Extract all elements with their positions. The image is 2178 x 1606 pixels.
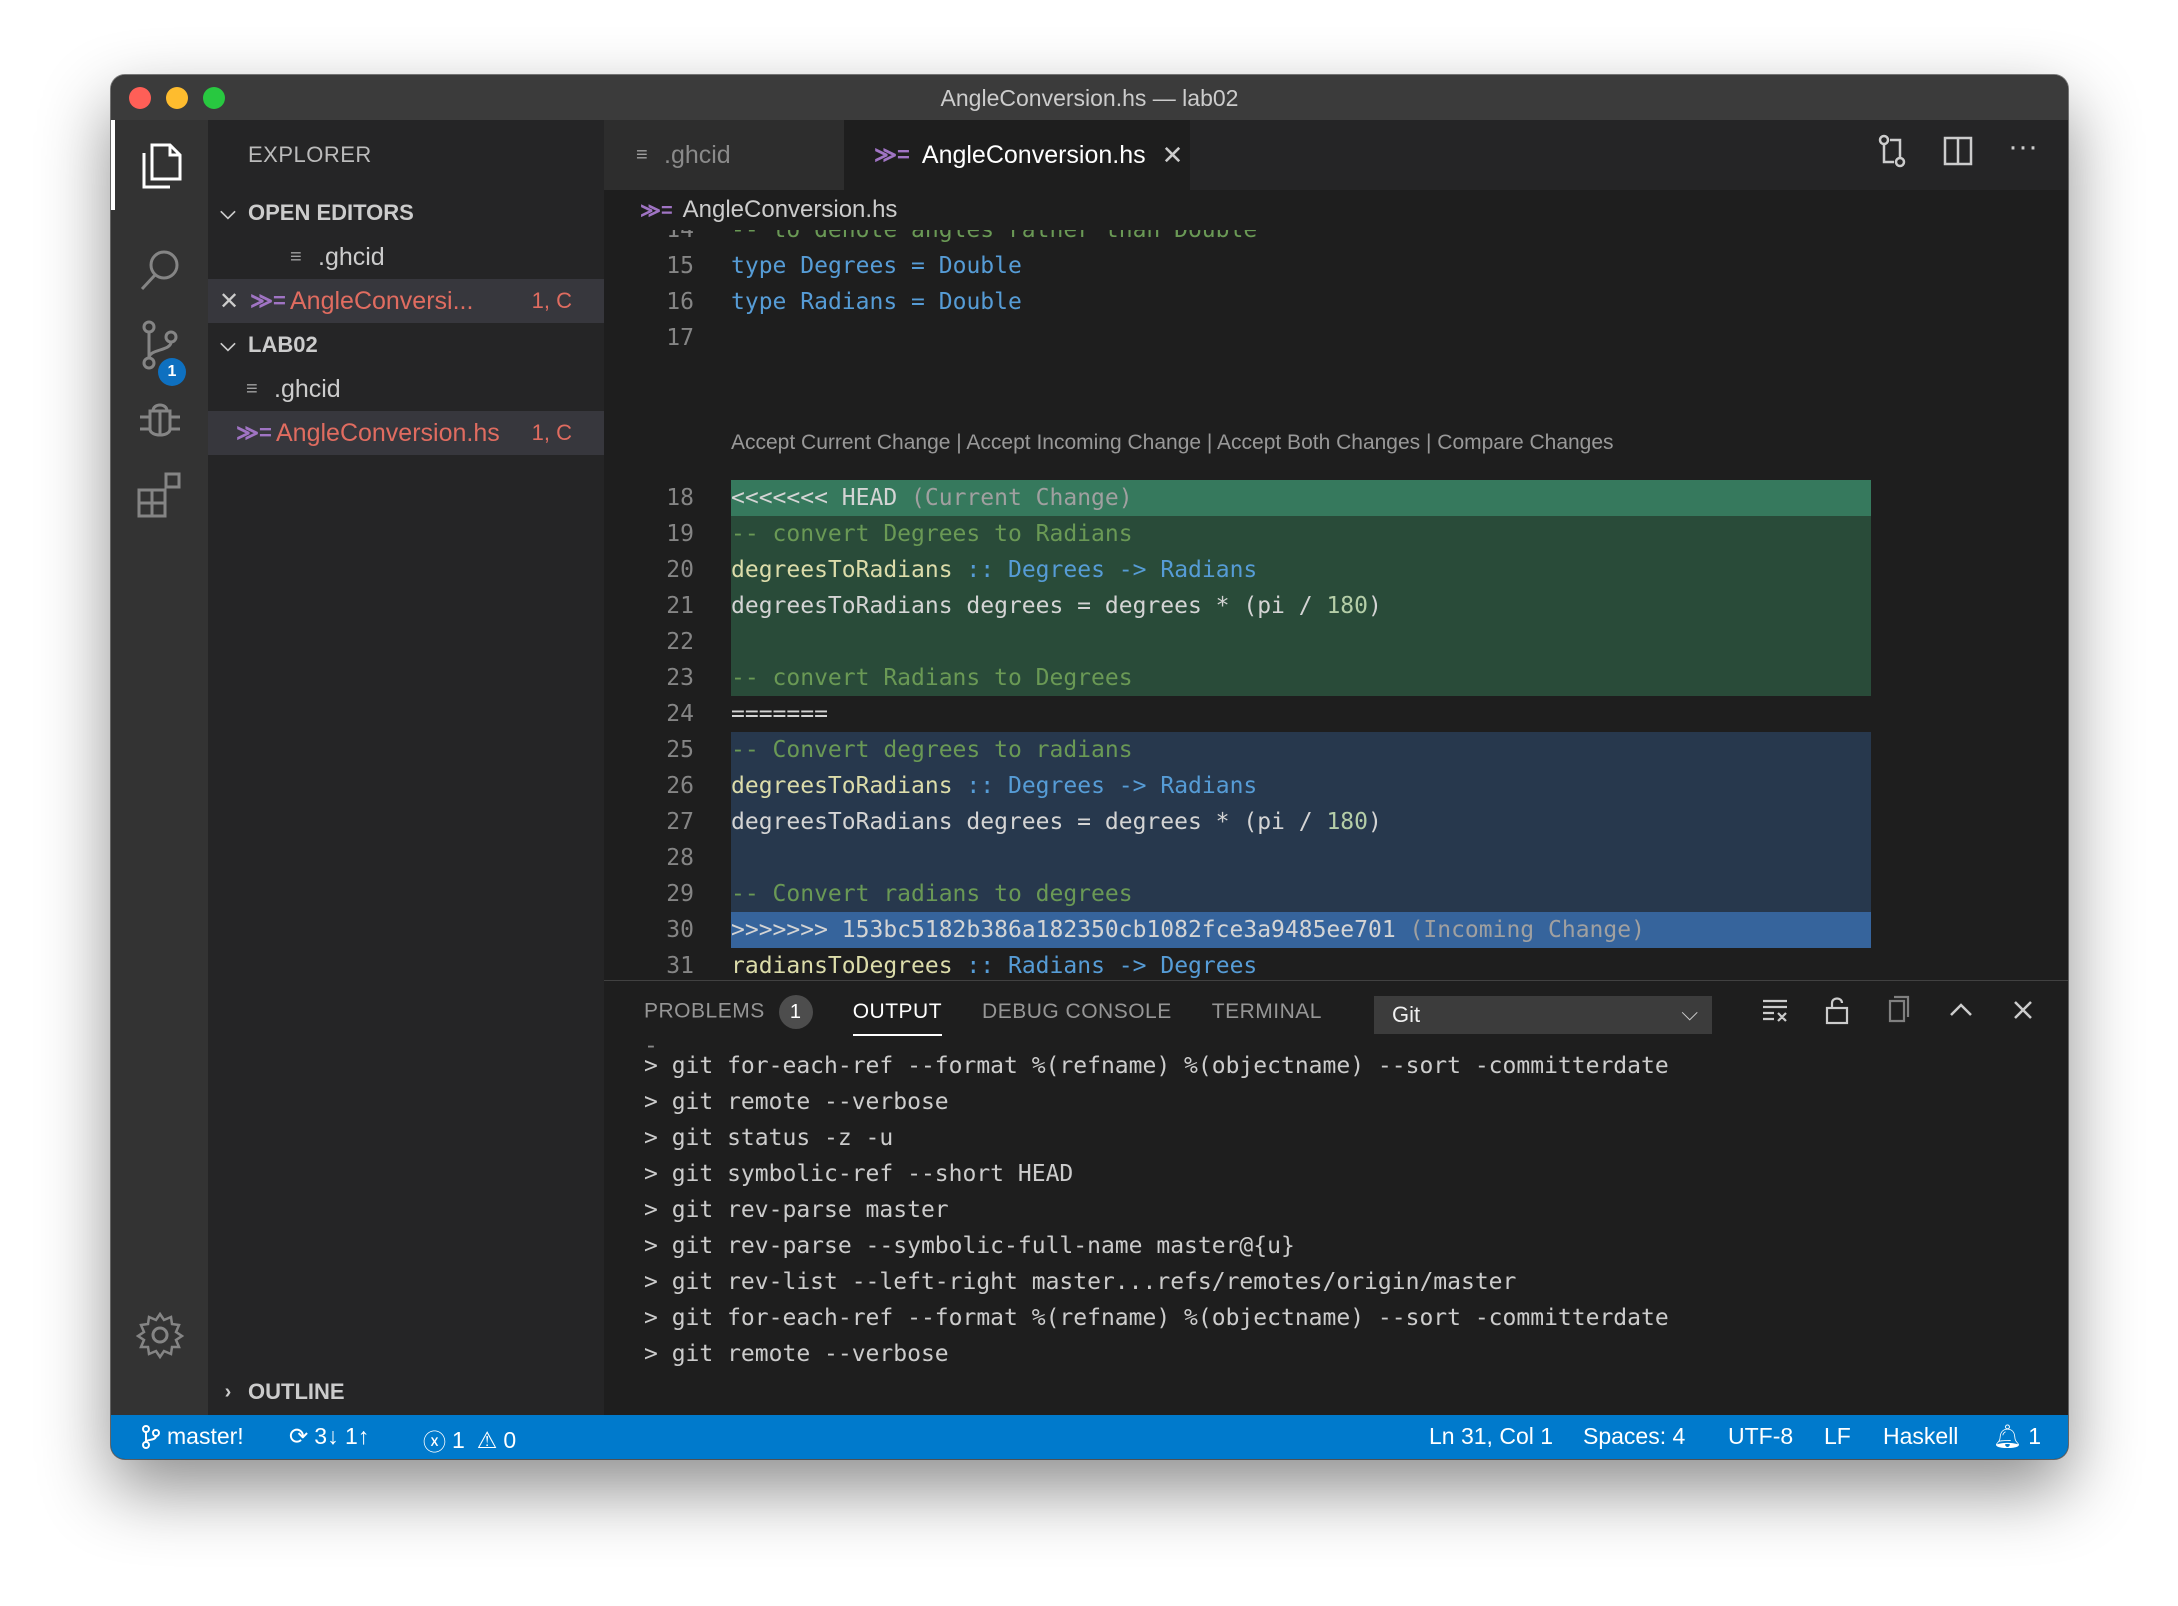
gear-icon (135, 1311, 184, 1360)
output-channel-select[interactable]: Git ⌵ (1374, 996, 1712, 1034)
status-bar: master! ⟳ 3↓ 1↑ ⓧ 1 ⚠ 0 Ln 31, Col 1 Spa… (111, 1415, 2068, 1459)
output-line: > git remote --verbose (644, 1089, 949, 1115)
extensions-icon (137, 472, 180, 518)
folder-label: LAB02 (248, 332, 318, 357)
tab-label: PROBLEMS (644, 999, 765, 1023)
explorer-sidebar: EXPLORER ⌵ OPEN EDITORS ≡ .ghcid ✕ ≫= An… (208, 120, 604, 1415)
file-name: AngleConversi... (290, 286, 474, 315)
bell-icon: 🔔︎ (1993, 1423, 2023, 1449)
clear-output-icon[interactable] (1760, 995, 1790, 1025)
file-lines-icon: ≡ (246, 377, 258, 400)
git-branch-icon (142, 1424, 160, 1449)
vscode-window: AngleConversion.hs — lab02 1 EXPLORER ⌵ … (111, 75, 2068, 1459)
open-log-icon[interactable] (1884, 995, 1914, 1025)
tab-output[interactable]: OUTPUT (852, 988, 943, 1036)
output-line: > git status -z -u (644, 1125, 894, 1151)
output-line: > git remote --verbose (644, 1341, 949, 1367)
notifications-status[interactable]: 🔔︎ 1 (1993, 1423, 2041, 1450)
tab-terminal[interactable]: TERMINAL (1212, 1000, 1322, 1024)
output-channel-value: Git (1392, 1002, 1421, 1027)
panel-actions (1760, 995, 2038, 1025)
language-status[interactable]: Haskell (1883, 1423, 1958, 1450)
file-lines-icon: ≡ (290, 245, 302, 268)
sync-status[interactable]: ⟳ 3↓ 1↑ (289, 1423, 369, 1450)
file-status-badge: 1, C (531, 420, 572, 445)
haskell-icon: ≫= (236, 420, 272, 445)
debug-icon (139, 403, 180, 437)
encoding-status[interactable]: UTF-8 (1728, 1423, 1793, 1450)
sync-counts: 3↓ 1↑ (314, 1423, 370, 1449)
problems-status[interactable]: ⓧ 1 ⚠ 0 (423, 1423, 516, 1457)
output-line: > git for-each-ref --format %(refname) %… (644, 1053, 1669, 1079)
tree-item-angleconversion[interactable]: ≫= AngleConversion.hs 1, C (208, 411, 604, 455)
eol-status[interactable]: LF (1824, 1423, 1851, 1450)
search-icon (140, 250, 178, 291)
open-editor-ghcid[interactable]: ≡ .ghcid (208, 235, 604, 279)
extensions-activity[interactable] (111, 450, 208, 540)
file-name: .ghcid (274, 374, 341, 403)
file-name: .ghcid (318, 242, 385, 271)
manage-activity[interactable] (111, 1290, 208, 1380)
chevron-down-icon: ⌵ (220, 201, 236, 224)
open-editors-label: OPEN EDITORS (248, 200, 414, 225)
panel-tabs: PROBLEMS 1 OUTPUT DEBUG CONSOLE TERMINAL (644, 981, 1322, 1043)
output-line: > git rev-list --left-right master...ref… (644, 1269, 1517, 1295)
code-editor-overlay (604, 75, 2068, 980)
file-status-badge: 1, C (531, 288, 572, 313)
notification-count: 1 (2028, 1423, 2041, 1449)
open-editors-header[interactable]: ⌵ OPEN EDITORS (208, 191, 604, 235)
close-panel-icon[interactable] (2008, 995, 2038, 1025)
chevron-down-icon: ⌵ (220, 333, 236, 356)
files-icon (142, 143, 181, 189)
sidebar-title: EXPLORER (248, 142, 372, 167)
branch-name: master! (167, 1423, 244, 1449)
folder-header[interactable]: ⌵ LAB02 (208, 323, 604, 367)
haskell-icon: ≫= (250, 288, 286, 313)
output-line: > git rev-parse --symbolic-full-name mas… (644, 1233, 1295, 1259)
tree-item-ghcid[interactable]: ≡ .ghcid (208, 367, 604, 411)
outline-header[interactable]: › OUTLINE (208, 1370, 604, 1414)
output-line: > git for-each-ref --format %(refname) %… (644, 1305, 1669, 1331)
output-line: > git rev-parse master (644, 1197, 949, 1223)
indentation-status[interactable]: Spaces: 4 (1583, 1423, 1685, 1450)
chevron-right-icon: › (224, 1380, 232, 1403)
tab-problems[interactable]: PROBLEMS 1 (644, 995, 813, 1029)
error-icon: ⓧ (423, 1429, 446, 1455)
output-line: > git symbolic-ref --short HEAD (644, 1161, 1074, 1187)
bottom-panel: PROBLEMS 1 OUTPUT DEBUG CONSOLE TERMINAL … (604, 980, 2068, 1416)
maximize-panel-icon[interactable] (1946, 995, 1976, 1025)
cursor-position[interactable]: Ln 31, Col 1 (1429, 1423, 1553, 1450)
explorer-activity[interactable] (111, 120, 208, 210)
chevron-down-icon: ⌵ (1681, 1000, 1698, 1025)
branch-status[interactable]: master! (141, 1423, 244, 1450)
problems-count-badge: 1 (778, 995, 813, 1029)
outline-label: OUTLINE (248, 1379, 345, 1404)
tab-debug-console[interactable]: DEBUG CONSOLE (982, 1000, 1172, 1024)
file-name: AngleConversion.hs (276, 418, 500, 447)
sync-icon: ⟳ (289, 1423, 309, 1449)
error-count: 1 (452, 1426, 465, 1453)
close-editor-icon[interactable]: ✕ (208, 287, 250, 316)
warning-icon: ⚠ (476, 1426, 498, 1453)
lock-scroll-icon[interactable] (1822, 995, 1852, 1025)
warning-count: 0 (503, 1426, 517, 1453)
open-editor-angleconversion[interactable]: ✕ ≫= AngleConversi... 1, C (208, 279, 604, 323)
activity-bar: 1 (111, 120, 208, 1415)
